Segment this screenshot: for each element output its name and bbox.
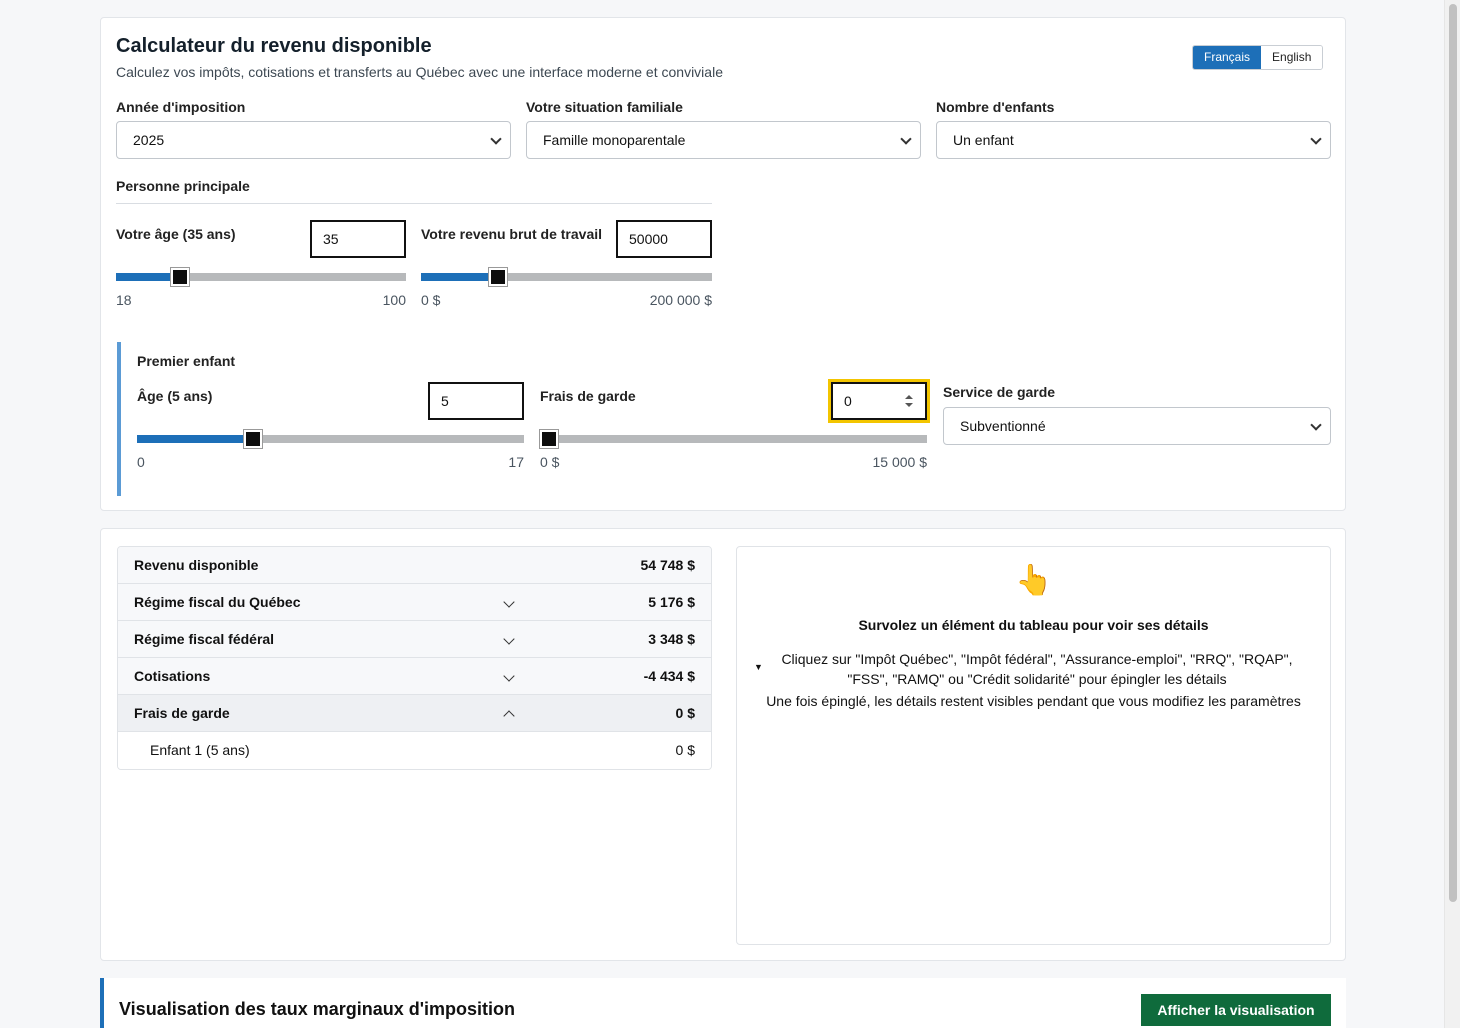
age-label: Votre âge (35 ans) <box>116 226 236 242</box>
details-panel: 👆 Survolez un élément du tableau pour vo… <box>736 546 1331 945</box>
first-child-heading: Premier enfant <box>137 353 236 369</box>
first-child-panel: Premier enfant Âge (5 ans) 5 0 17 Frais … <box>117 342 1331 496</box>
child-age-slider-fill <box>137 435 253 443</box>
children-count-label: Nombre d'enfants <box>936 99 1055 115</box>
row-value: 0 $ <box>675 742 695 758</box>
chevron-up-icon[interactable] <box>503 710 515 722</box>
childcare-fees-input[interactable]: 0 <box>828 379 930 423</box>
age-input[interactable]: 35 <box>310 220 406 258</box>
child-age-slider-handle[interactable] <box>244 430 262 448</box>
family-situation-value: Famille monoparentale <box>543 132 686 148</box>
row-label: Enfant 1 (5 ans) <box>150 742 250 758</box>
childcare-fees-slider[interactable] <box>540 430 927 448</box>
tax-year-value: 2025 <box>133 132 165 148</box>
calculator-settings-card: Calculateur du revenu disponible Calcule… <box>100 17 1346 511</box>
row-value: 3 348 $ <box>648 631 695 647</box>
row-value: 5 176 $ <box>648 594 695 610</box>
family-situation-label: Votre situation familiale <box>526 99 683 115</box>
age-max-label: 100 <box>382 292 406 308</box>
income-input[interactable]: 50000 <box>616 220 712 258</box>
table-row-child-1[interactable]: Enfant 1 (5 ans) 0 $ <box>118 732 711 769</box>
row-value: -4 434 $ <box>643 668 695 684</box>
disclosure-triangle-icon[interactable]: ▼ <box>754 662 763 672</box>
row-label: Régime fiscal fédéral <box>134 631 275 647</box>
child-age-max-label: 17 <box>508 454 524 470</box>
chevron-down-icon[interactable] <box>503 633 515 645</box>
language-toggle: Français English <box>1192 45 1324 70</box>
show-visualization-button[interactable]: Afficher la visualisation <box>1141 994 1331 1026</box>
results-card: Revenu disponible 54 748 $ Régime fiscal… <box>100 528 1346 961</box>
row-value: 0 $ <box>675 705 695 721</box>
chevron-down-icon[interactable] <box>503 670 515 682</box>
childcare-fees-max-label: 15 000 $ <box>872 454 928 470</box>
children-count-value: Un enfant <box>953 132 1014 148</box>
income-max-label: 200 000 $ <box>649 292 712 308</box>
table-row-quebec-tax[interactable]: Régime fiscal du Québec 5 176 $ <box>118 584 711 621</box>
principal-person-heading: Personne principale <box>116 178 250 194</box>
details-instructions: Cliquez sur "Impôt Québec", "Impôt fédér… <box>781 651 1293 687</box>
details-note: Une fois épinglé, les détails restent vi… <box>766 693 1301 709</box>
childcare-service-value: Subventionné <box>960 418 1046 434</box>
visualization-card: Visualisation des taux marginaux d'impos… <box>100 978 1346 1028</box>
age-min-label: 18 <box>116 292 132 308</box>
app-subtitle: Calculez vos impôts, cotisations et tran… <box>116 64 723 80</box>
table-row-disposable-income[interactable]: Revenu disponible 54 748 $ <box>118 547 711 584</box>
tax-year-select[interactable]: 2025 <box>116 121 511 159</box>
spinner-arrows-icon[interactable] <box>905 395 913 407</box>
income-slider-fill <box>421 273 498 281</box>
childcare-fees-min-label: 0 $ <box>540 454 560 470</box>
child-age-min-label: 0 <box>137 454 145 470</box>
child-age-slider[interactable] <box>137 430 524 448</box>
scrollbar-thumb[interactable] <box>1449 4 1457 902</box>
income-slider-handle[interactable] <box>489 268 507 286</box>
income-slider[interactable] <box>421 268 712 286</box>
table-row-childcare-fees[interactable]: Frais de garde 0 $ <box>118 695 711 732</box>
chevron-down-icon <box>1310 133 1322 145</box>
childcare-service-select[interactable]: Subventionné <box>943 407 1331 445</box>
child-age-input[interactable]: 5 <box>428 382 524 420</box>
details-title: Survolez un élément du tableau pour voir… <box>858 617 1209 633</box>
income-label: Votre revenu brut de travail <box>421 226 603 242</box>
childcare-fees-value: 0 <box>844 393 852 409</box>
chevron-down-icon <box>490 133 502 145</box>
childcare-service-label: Service de garde <box>943 384 1056 400</box>
table-row-contributions[interactable]: Cotisations -4 434 $ <box>118 658 711 695</box>
row-value: 54 748 $ <box>640 557 696 573</box>
tax-year-label: Année d'imposition <box>116 99 246 115</box>
row-label: Frais de garde <box>134 705 230 721</box>
results-table: Revenu disponible 54 748 $ Régime fiscal… <box>117 546 712 770</box>
child-age-label: Âge (5 ans) <box>137 388 213 404</box>
age-slider[interactable] <box>116 268 406 286</box>
section-divider <box>116 203 712 204</box>
table-row-federal-tax[interactable]: Régime fiscal fédéral 3 348 $ <box>118 621 711 658</box>
pointing-hand-icon: 👆 <box>1015 564 1053 597</box>
childcare-fees-slider-handle[interactable] <box>540 430 558 448</box>
chevron-down-icon <box>1310 419 1322 431</box>
row-label: Cotisations <box>134 668 211 684</box>
children-count-select[interactable]: Un enfant <box>936 121 1331 159</box>
page-scrollbar[interactable] <box>1444 0 1460 1028</box>
childcare-fees-label: Frais de garde <box>540 388 636 404</box>
row-label: Régime fiscal du Québec <box>134 594 301 610</box>
family-situation-select[interactable]: Famille monoparentale <box>526 121 921 159</box>
lang-english-button[interactable]: English <box>1261 46 1323 69</box>
lang-french-button[interactable]: Français <box>1193 46 1262 69</box>
age-slider-handle[interactable] <box>171 268 189 286</box>
app-title: Calculateur du revenu disponible <box>116 35 432 57</box>
income-min-label: 0 $ <box>421 292 441 308</box>
row-label: Revenu disponible <box>134 557 259 573</box>
chevron-down-icon[interactable] <box>503 596 515 608</box>
chevron-down-icon <box>900 133 912 145</box>
visualization-title: Visualisation des taux marginaux d'impos… <box>119 999 516 1019</box>
